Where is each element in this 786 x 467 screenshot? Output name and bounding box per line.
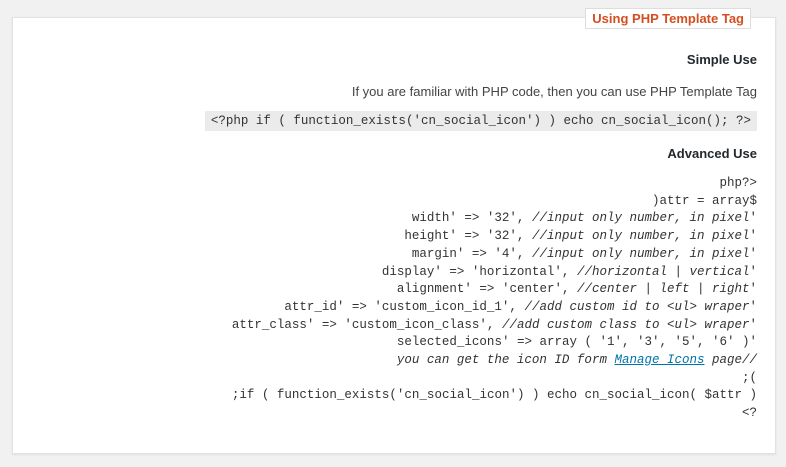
code-line: <?php [232,175,757,193]
code-line: 'margin' => '4', //input only number, in… [232,246,757,264]
code-line: 'selected_icons' => array ( '1', '3', '5… [232,334,757,352]
code-text: 'selected_icons' => array ( '1', '3', '5… [396,335,757,350]
code-line: if ( function_exists('cn_social_icon') )… [232,387,757,405]
advanced-use-code: <?php $attr = array( 'width' => '32', //in… [232,175,757,423]
code-comment: //add custom class to <ul> wraper [501,317,750,332]
simple-use-code: <?php if ( function_exists('cn_social_ic… [204,111,757,131]
code-line: 'attr_class' => 'custom_icon_class', //a… [232,317,757,335]
code-line: ); [232,370,757,388]
simple-use-heading: Simple Use [686,52,757,67]
code-text: ); [741,370,757,385]
code-line: //you can get the icon ID form Manage Ic… [232,352,757,370]
code-text: if ( function_exists('cn_social_icon') )… [231,388,757,403]
code-text: $attr = array( [651,193,757,208]
simple-use-description: If you are familiar with PHP code, then … [351,84,757,99]
code-comment: //center | left | right [576,282,750,297]
code-comment: //input only number, in pixel [531,246,750,261]
advanced-use-heading: Advanced Use [667,146,757,161]
code-line: 'height' => '32', //input only number, i… [232,228,757,246]
code-text: <?php [719,176,757,190]
panel-title: Using PHP Template Tag [585,8,751,29]
code-line: $attr = array( [232,193,757,211]
code-comment: //horizontal | vertical [576,264,750,279]
code-comment: //input only number, in pixel [531,211,750,226]
code-comment: page [704,353,742,368]
php-template-tag-panel: Using PHP Template Tag Simple Use If you… [12,8,776,454]
code-line: 'display' => 'horizontal', //horizontal … [232,264,757,282]
code-line: 'width' => '32', //input only number, in… [232,210,757,228]
code-comment: //input only number, in pixel [531,229,750,244]
code-comment: //add custom id to <ul> wraper [524,299,750,314]
code-text: ?> [741,406,757,421]
manage-icons-link[interactable]: Manage Icons [614,353,704,367]
code-line: 'alignment' => 'center', //center | left… [232,281,757,299]
code-line: 'attr_id' => 'custom_icon_id_1', //add c… [232,299,757,317]
code-line: ?> [232,405,757,423]
